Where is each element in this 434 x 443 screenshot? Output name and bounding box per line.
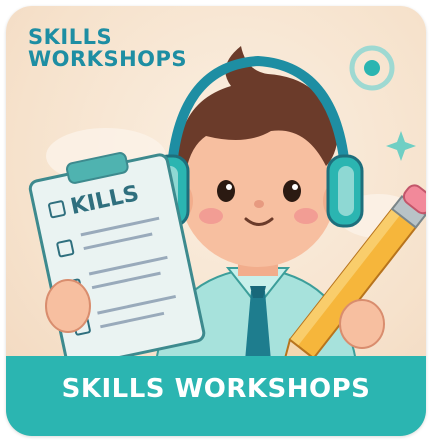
sparkle-icon bbox=[386, 131, 416, 161]
bottom-banner: SKILLS WORKSHOPS bbox=[6, 356, 426, 436]
workshop-card: SKILLS WORKSHOPS KILLS SKILLS WORKSHOPS bbox=[6, 6, 426, 436]
banner-title: SKILLS WORKSHOPS bbox=[61, 374, 371, 404]
ring-icon bbox=[349, 45, 395, 91]
